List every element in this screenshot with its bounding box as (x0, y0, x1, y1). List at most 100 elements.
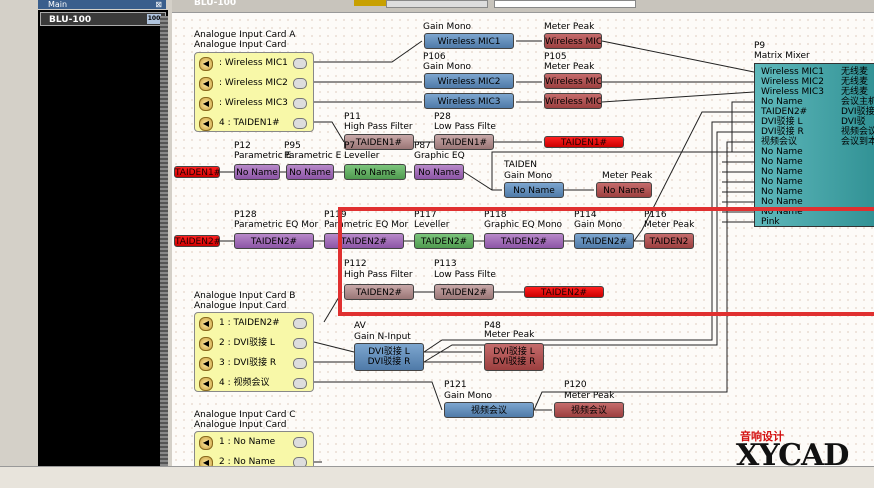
meter-peak-block[interactable]: Wireless MIC (544, 93, 602, 109)
graphic-eq-block[interactable]: No Name (414, 164, 464, 180)
output-tag[interactable]: TAIDEN1# (544, 136, 624, 148)
link-icon[interactable] (293, 358, 307, 369)
input-tag[interactable]: TAIDEN1# (174, 166, 220, 178)
card-b-subtitle: Analogue Input Card (194, 301, 287, 311)
card-c-row[interactable]: ◀ 2 : No Name (199, 454, 311, 466)
input-tag[interactable]: TAIDEN2# (174, 235, 220, 247)
block-label: Meter Peak (484, 330, 535, 340)
design-canvas[interactable]: Analogue Input Card A Analogue Input Car… (172, 0, 874, 466)
mixer-output-label: 会议到本地广 (841, 137, 874, 147)
low-pass-block[interactable]: TAIDEN1# (434, 134, 494, 150)
block-label: Meter Peak (544, 22, 595, 32)
mixer-input-row[interactable]: No Name (761, 157, 803, 167)
mixer-input-row[interactable]: DVI驳接 R 视频会议 (761, 127, 874, 137)
gain-mono-block[interactable]: 视频会议 (444, 402, 534, 418)
mixer-input-label: Wireless MIC2 (761, 77, 824, 87)
device-label: BLU-100 (49, 15, 92, 25)
parametric-eq-block[interactable]: No Name (234, 164, 280, 180)
card-b-row[interactable]: ◀ 4 : 视频会议 (199, 375, 311, 391)
meter-peak-block[interactable]: Wireless MIC (544, 73, 602, 89)
gain-mono-block[interactable]: Wireless MIC1 (424, 33, 514, 49)
mixer-input-row[interactable]: 视频会议 会议到本地广 (761, 137, 874, 147)
link-icon[interactable] (293, 378, 307, 389)
mixer-output-label: 无线麦 (841, 87, 869, 97)
mixer-input-row[interactable]: No Name (761, 197, 803, 207)
card-c-row[interactable]: ◀ 1 : No Name (199, 434, 311, 450)
toolbar-dropdown[interactable] (494, 0, 636, 8)
meter-peak-block[interactable]: 视频会议 (554, 402, 624, 418)
card-b[interactable]: ◀ 1 : TAIDEN2# ◀ 2 : DVI驳接 L ◀ 3 : DVI驳接… (194, 312, 314, 392)
block-id: P105 (544, 52, 567, 62)
link-icon[interactable] (293, 338, 307, 349)
mixer-input-row[interactable]: Wireless MIC3 无线麦 (761, 87, 868, 97)
mixer-input-row[interactable]: No Name (761, 147, 803, 157)
gain-mono-block[interactable]: No Name (504, 182, 564, 198)
parametric-eq-block[interactable]: TAIDEN2# (234, 233, 314, 249)
block-label: Meter Peak (544, 62, 595, 72)
mixer-input-label: Wireless MIC3 (761, 87, 824, 97)
block-label: AV (354, 321, 366, 331)
watermark: 音响设计 XYCAD (736, 428, 870, 473)
card-a-row[interactable]: ◀ 4 : TAIDEN1# (199, 115, 311, 131)
card-c-subtitle: Analogue Input Card (194, 420, 287, 430)
gain-mono-block[interactable]: Wireless MIC2 (424, 73, 514, 89)
toolbar: BLU-100 (172, 0, 874, 13)
card-b-row[interactable]: ◀ 3 : DVI驳接 R (199, 355, 311, 371)
toolbar-title: BLU-100 (194, 0, 237, 8)
mixer-input-row[interactable]: No Name (761, 177, 803, 187)
sidebar-title-bar: Main ⊠ (38, 0, 166, 9)
leveller-block[interactable]: No Name (344, 164, 406, 180)
link-icon[interactable] (293, 98, 307, 109)
matrix-mixer[interactable]: Wireless MIC1 无线麦 Wireless MIC2 无线麦 Wireless… (754, 63, 874, 227)
block-label: Meter Peak (602, 171, 653, 181)
link-icon[interactable] (293, 457, 307, 466)
highlight-box (338, 207, 874, 316)
parametric-eq-block[interactable]: No Name (286, 164, 334, 180)
channel-icon: ◀ (199, 456, 213, 466)
mixer-input-row[interactable]: Wireless MIC1 无线麦 (761, 67, 868, 77)
scrollbar[interactable] (160, 16, 168, 466)
mixer-input-label: DVI驳接 R (761, 127, 804, 137)
mixer-input-row[interactable]: Wireless MIC2 无线麦 (761, 77, 868, 87)
mixer-input-row[interactable]: No Name (761, 187, 803, 197)
watermark-brand: XYCAD (736, 438, 849, 473)
close-icon[interactable]: ⊠ (155, 0, 162, 9)
device-item[interactable]: BLU-100 100 (40, 12, 166, 26)
card-a-row[interactable]: ◀ : Wireless MIC3 (199, 95, 311, 111)
meter-peak-block[interactable]: No Name (596, 182, 652, 198)
card-a[interactable]: ◀ : Wireless MIC1 ◀ : Wireless MIC2 ◀ : … (194, 52, 314, 132)
mixer-input-row[interactable]: No Name (761, 167, 803, 177)
meter-peak-block[interactable]: DVI驳接 L DVI驳接 R (484, 343, 544, 371)
mixer-input-row[interactable]: No Name 会议主机 (761, 97, 874, 107)
link-icon[interactable] (293, 58, 307, 69)
mixer-input-label: No Name (761, 187, 803, 197)
sidebar: Main ⊠ BLU-100 100 (0, 0, 172, 487)
gain-n-input-block[interactable]: DVI驳接 L DVI驳接 R (354, 343, 424, 371)
mixer-output-label: 会议主机 (841, 97, 874, 107)
block-label: Gain Mono (423, 22, 472, 32)
card-b-row[interactable]: ◀ 2 : DVI驳接 L (199, 335, 311, 351)
block-label: Parametric EQ Mor (234, 220, 319, 230)
meter-peak-block[interactable]: Wireless MIC (544, 33, 602, 49)
toolbar-field[interactable] (386, 0, 488, 8)
link-icon[interactable] (293, 437, 307, 448)
mixer-input-label: No Name (761, 97, 803, 107)
channel-icon: ◀ (199, 97, 213, 111)
mixer-input-label: No Name (761, 167, 803, 177)
link-icon[interactable] (293, 78, 307, 89)
block-label: Leveller (344, 151, 380, 161)
link-icon[interactable] (293, 318, 307, 329)
mixer-input-row[interactable]: DVI驳接 L DVI驳 (761, 117, 866, 127)
card-b-row[interactable]: ◀ 1 : TAIDEN2# (199, 315, 311, 331)
mixer-input-label: No Name (761, 147, 803, 157)
card-c[interactable]: ◀ 1 : No Name ◀ 2 : No Name (194, 431, 314, 466)
card-a-row[interactable]: ◀ : Wireless MIC1 (199, 55, 311, 71)
card-a-title: Analogue Input Card A (194, 30, 296, 40)
block-label: High Pass Filter (344, 122, 413, 132)
mixer-input-label: No Name (761, 197, 803, 207)
mixer-input-row[interactable]: TAIDEN2# DVI驳接 (761, 107, 874, 117)
channel-icon: ◀ (199, 77, 213, 91)
link-icon[interactable] (293, 118, 307, 129)
card-a-row[interactable]: ◀ : Wireless MIC2 (199, 75, 311, 91)
gain-mono-block[interactable]: Wireless MIC3 (424, 93, 514, 109)
